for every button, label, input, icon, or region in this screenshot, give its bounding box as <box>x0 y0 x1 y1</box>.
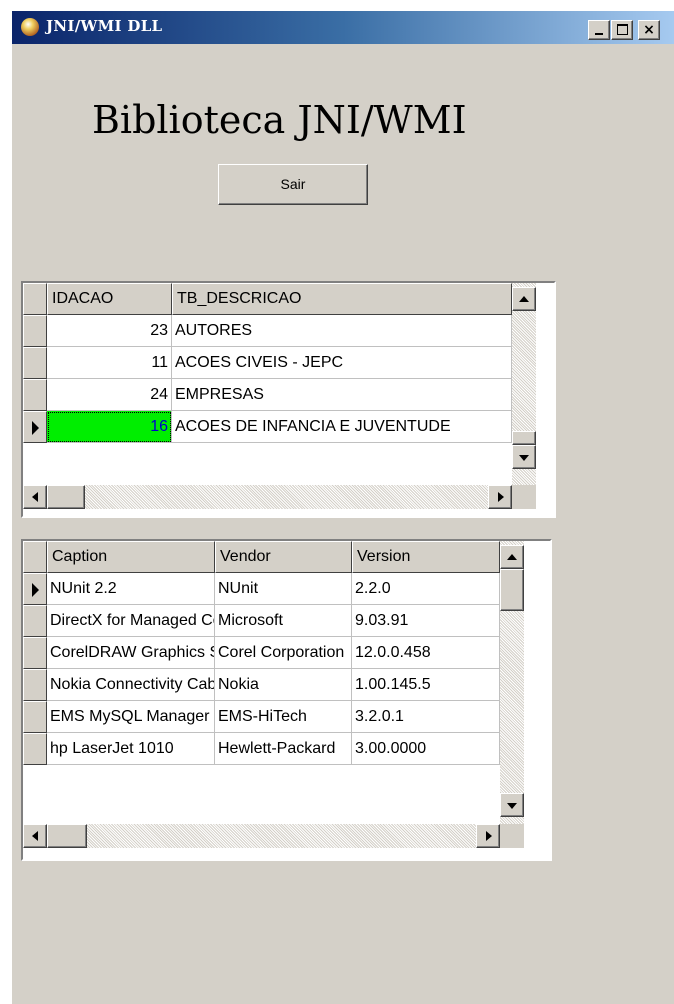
row-indicator[interactable] <box>23 637 47 669</box>
cell-idacao[interactable]: 23 <box>47 315 172 347</box>
scroll-right-button[interactable] <box>488 485 512 509</box>
row-indicator[interactable] <box>23 701 47 733</box>
cell-vendor[interactable]: Hewlett-Packard <box>215 733 352 765</box>
cell-vendor[interactable]: Microsoft <box>215 605 352 637</box>
cell-vendor[interactable]: EMS-HiTech <box>215 701 352 733</box>
cell-version[interactable]: 1.00.145.5 <box>352 669 500 701</box>
horizontal-scrollbar[interactable] <box>23 485 512 509</box>
cell-caption[interactable]: Nokia Connectivity Cable Driver <box>47 669 215 701</box>
column-header-version[interactable]: Version <box>352 541 500 573</box>
cell-version[interactable]: 3.2.0.1 <box>352 701 500 733</box>
cell-vendor[interactable]: Nokia <box>215 669 352 701</box>
cell-vendor[interactable]: NUnit <box>215 573 352 605</box>
close-button[interactable]: × <box>638 20 660 40</box>
cell-idacao[interactable]: 24 <box>47 379 172 411</box>
scroll-up-button[interactable] <box>500 545 524 569</box>
cell-version[interactable]: 2.2.0 <box>352 573 500 605</box>
current-row-arrow-icon <box>32 421 39 435</box>
cell-caption[interactable]: CorelDRAW Graphics Suite 12 <box>47 637 215 669</box>
minimize-button[interactable] <box>588 20 610 40</box>
cell-caption[interactable]: DirectX for Managed Code <box>47 605 215 637</box>
scroll-up-button[interactable] <box>512 287 536 311</box>
horizontal-scroll-thumb[interactable] <box>47 824 87 848</box>
vertical-scroll-thumb[interactable] <box>500 569 524 611</box>
scroll-right-button[interactable] <box>476 824 500 848</box>
cell-version[interactable]: 3.00.0000 <box>352 733 500 765</box>
software-grid[interactable]: Caption Vendor Version NUnit 2.2 NUnit 2… <box>21 539 552 861</box>
cell-idacao-selected[interactable]: 16 <box>47 411 172 443</box>
cell-descricao[interactable]: ACOES DE INFANCIA E JUVENTUDE <box>172 411 512 443</box>
row-indicator[interactable] <box>23 315 47 347</box>
cell-descricao[interactable]: ACOES CIVEIS - JEPC <box>172 347 512 379</box>
cell-version[interactable]: 9.03.91 <box>352 605 500 637</box>
row-indicator[interactable] <box>23 379 47 411</box>
cell-descricao[interactable]: AUTORES <box>172 315 512 347</box>
close-icon: × <box>643 22 655 38</box>
cell-vendor[interactable]: Corel Corporation <box>215 637 352 669</box>
row-indicator[interactable] <box>23 733 47 765</box>
column-header-idacao[interactable]: IDACAO <box>47 283 172 315</box>
header-indicator <box>23 541 47 573</box>
cell-caption[interactable]: EMS MySQL Manager <box>47 701 215 733</box>
cell-descricao[interactable]: EMPRESAS <box>172 379 512 411</box>
cell-idacao[interactable]: 11 <box>47 347 172 379</box>
scroll-left-button[interactable] <box>23 824 47 848</box>
cell-caption[interactable]: NUnit 2.2 <box>47 573 215 605</box>
column-header-caption[interactable]: Caption <box>47 541 215 573</box>
column-header-tb-descricao[interactable]: TB_DESCRICAO <box>172 283 512 315</box>
row-indicator-current[interactable] <box>23 573 47 605</box>
scroll-corner <box>512 485 536 509</box>
row-indicator[interactable] <box>23 347 47 379</box>
page-title: Biblioteca JNI/WMI <box>92 98 467 142</box>
row-indicator-current[interactable] <box>23 411 47 443</box>
horizontal-scroll-thumb[interactable] <box>47 485 85 509</box>
cell-caption[interactable]: hp LaserJet 1010 <box>47 733 215 765</box>
scroll-left-button[interactable] <box>23 485 47 509</box>
cell-version[interactable]: 12.0.0.458 <box>352 637 500 669</box>
window-title: JNI/WMI DLL <box>46 17 163 35</box>
row-indicator[interactable] <box>23 669 47 701</box>
exit-button[interactable]: Sair <box>218 164 368 205</box>
vertical-scroll-thumb[interactable] <box>512 431 536 445</box>
scroll-corner <box>500 824 524 848</box>
column-header-vendor[interactable]: Vendor <box>215 541 352 573</box>
current-row-arrow-icon <box>32 583 39 597</box>
scroll-down-button[interactable] <box>512 445 536 469</box>
maximize-icon <box>612 21 632 39</box>
app-icon[interactable] <box>21 18 39 36</box>
actions-grid[interactable]: IDACAO TB_DESCRICAO 23 AUTORES 11 ACOES … <box>21 281 556 518</box>
scroll-down-button[interactable] <box>500 793 524 817</box>
header-indicator <box>23 283 47 315</box>
row-indicator[interactable] <box>23 605 47 637</box>
title-bar[interactable]: JNI/WMI DLL × <box>12 11 674 44</box>
horizontal-scrollbar[interactable] <box>23 824 500 848</box>
maximize-button[interactable] <box>611 20 633 40</box>
minimize-icon <box>589 21 609 39</box>
